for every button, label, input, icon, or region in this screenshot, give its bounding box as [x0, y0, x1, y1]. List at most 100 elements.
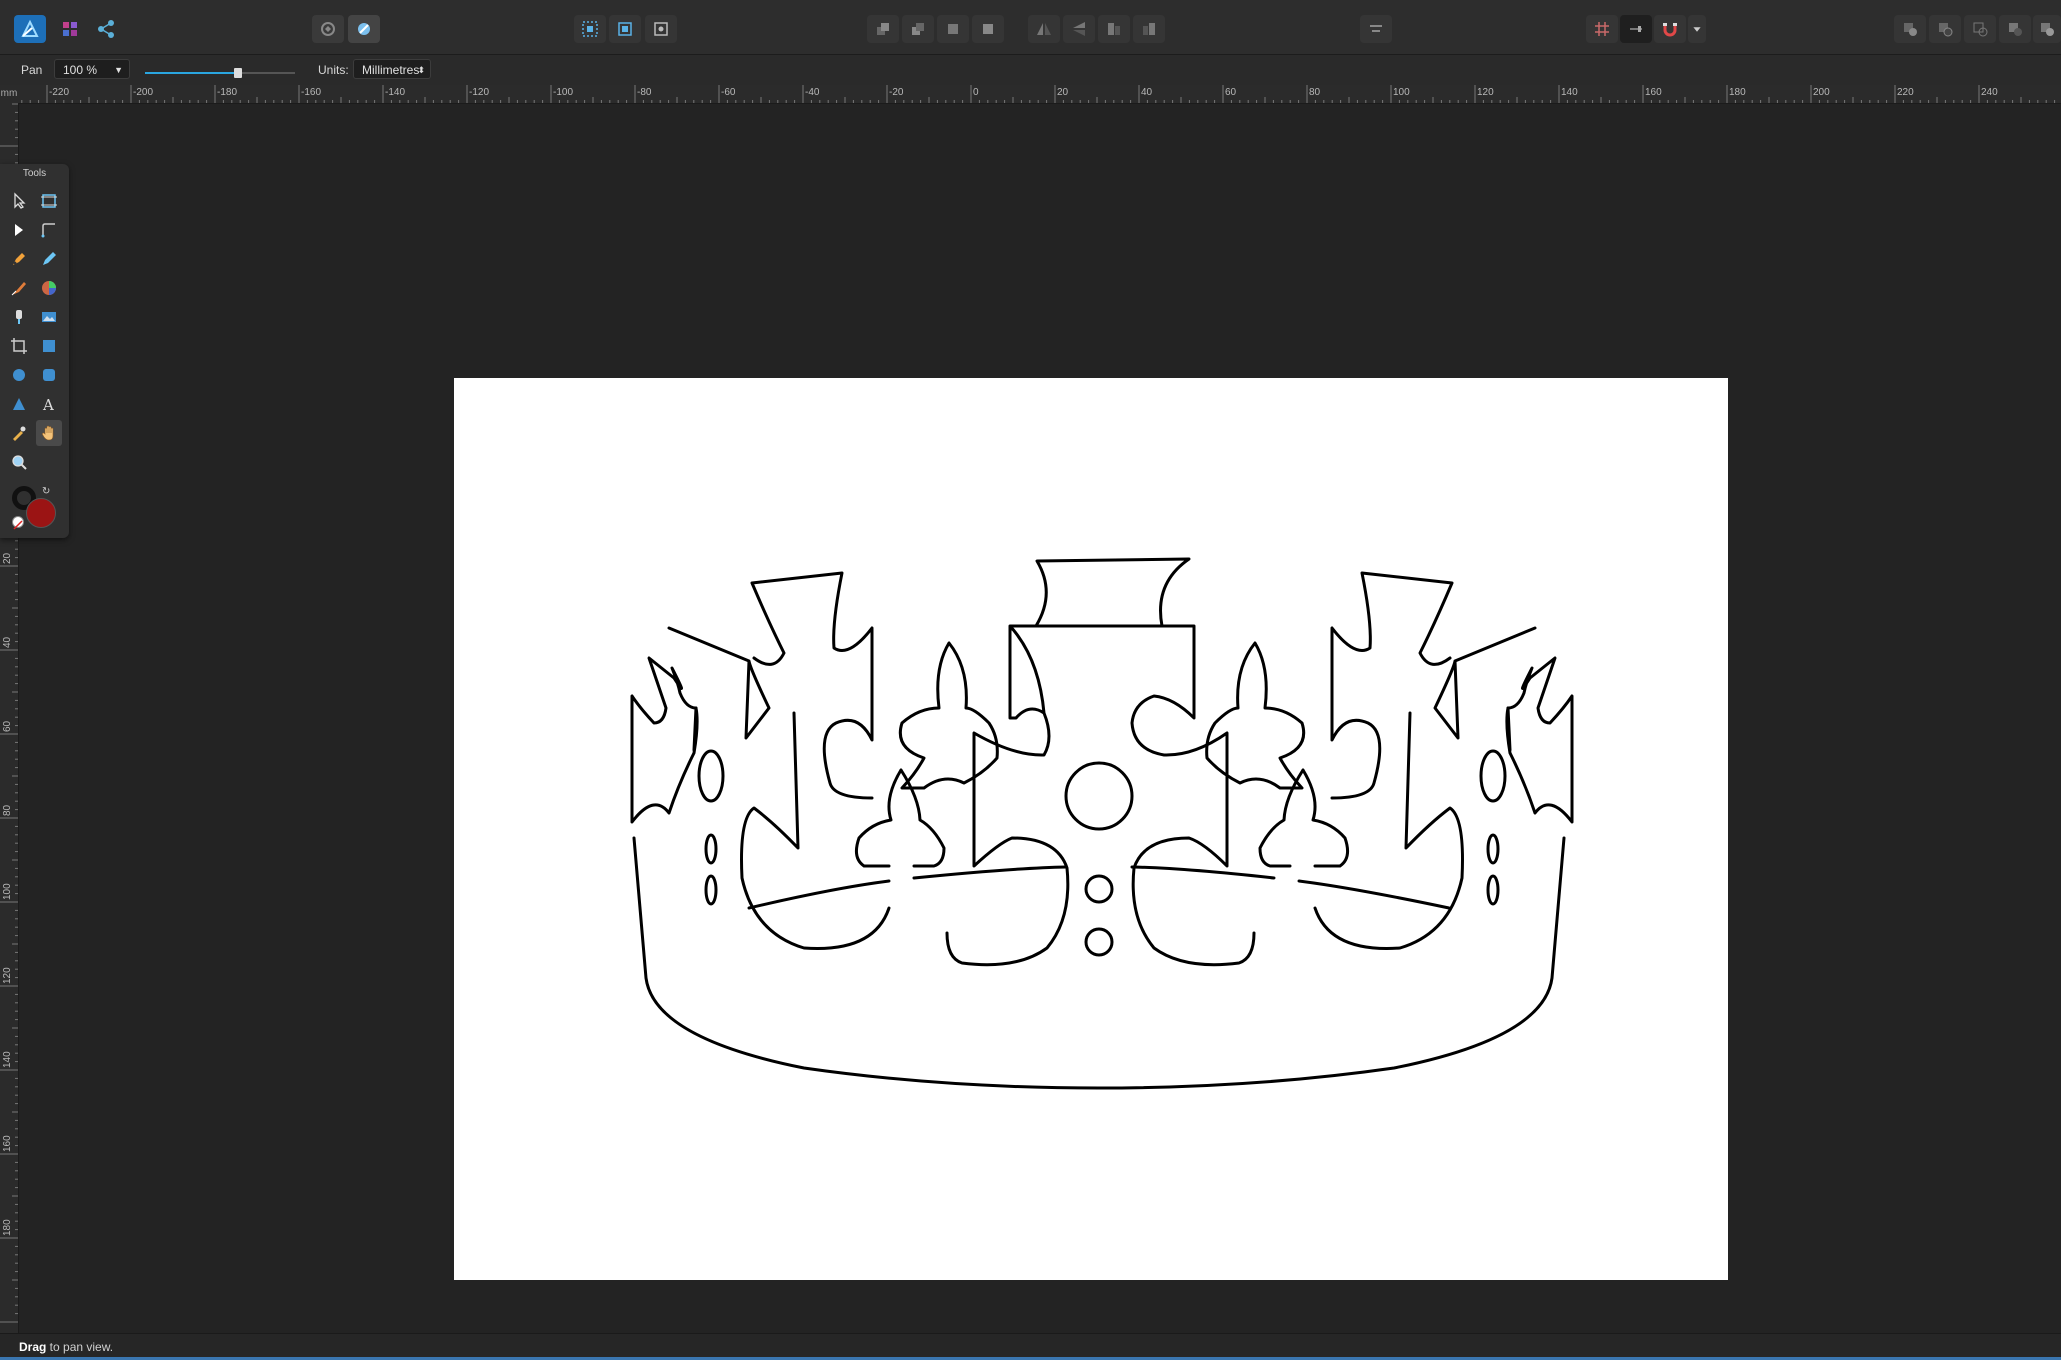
rectangle-tool[interactable] — [36, 333, 62, 359]
rotate-left-icon[interactable] — [1098, 15, 1130, 43]
artboard-page[interactable] — [454, 378, 1728, 1280]
pencil-tool[interactable] — [36, 246, 62, 272]
ruler-tick-label: 120 — [2, 967, 13, 984]
snap-to-grid-icon[interactable] — [574, 15, 606, 43]
ruler-tick-label: 40 — [1141, 87, 1153, 98]
no-color-icon[interactable] — [12, 516, 24, 530]
ruler-tick-label: 120 — [1477, 87, 1494, 98]
fill-color-swatch[interactable] — [26, 498, 56, 528]
triangle-tool[interactable] — [6, 391, 32, 417]
boolean-subtract-icon[interactable] — [1929, 15, 1961, 43]
affinity-designer-logo-icon[interactable] — [14, 15, 46, 43]
pixel-persona-icon[interactable] — [54, 15, 86, 43]
crop-tool[interactable] — [6, 333, 32, 359]
zoom-tool[interactable] — [6, 449, 32, 475]
zoom-dropdown-icon[interactable]: ▼ — [114, 60, 123, 80]
canvas-area[interactable] — [19, 104, 2061, 1333]
ellipse-icon — [13, 369, 25, 381]
move-to-back-icon[interactable] — [867, 15, 899, 43]
ellipse-tool[interactable] — [6, 362, 32, 388]
status-hint-action: Drag — [19, 1340, 47, 1354]
ruler-tick-label: -40 — [805, 87, 820, 98]
status-hint-text: to pan view. — [46, 1340, 114, 1354]
ruler-unit: mm — [0, 85, 18, 103]
ruler-tick-label: 80 — [2, 804, 13, 816]
tools-panel: Tools A ↻ — [0, 164, 69, 538]
rotate-right-icon[interactable] — [1133, 15, 1165, 43]
text-icon: A — [42, 396, 54, 413]
boolean-add-icon[interactable] — [1894, 15, 1926, 43]
horizontal-ruler[interactable]: -220 -200 -180 -160 -140 -120 -100 -80 -60 -40 -20… — [18, 85, 2061, 104]
move-to-front-icon[interactable] — [972, 15, 1004, 43]
triangle-icon — [13, 398, 25, 410]
zoom-slider-thumb[interactable] — [234, 68, 242, 78]
ruler-tick-label: 40 — [2, 636, 13, 648]
ruler-tick-label: -100 — [553, 87, 573, 98]
ruler-tick-label: 160 — [2, 1135, 13, 1152]
tools-panel-title: Tools — [22, 168, 47, 179]
rounded-rectangle-tool[interactable] — [36, 362, 62, 388]
crown-center-cross — [945, 624, 1256, 967]
export-persona-icon[interactable] — [90, 15, 122, 43]
swap-colors-icon[interactable]: ↻ — [42, 486, 50, 497]
zoom-value: 100 % — [63, 63, 98, 77]
transform-object-icon[interactable] — [609, 15, 641, 43]
ruler-tick-label: 180 — [2, 1219, 13, 1236]
grid-icon[interactable] — [1586, 15, 1618, 43]
units-value: Millimetres — [362, 63, 420, 77]
crown-gem-center-large — [1064, 761, 1134, 831]
crown-gem-left-2 — [704, 833, 718, 865]
flip-horizontal-icon[interactable] — [1028, 15, 1060, 43]
zoom-slider[interactable] — [145, 63, 295, 79]
place-image-tool[interactable] — [36, 304, 62, 330]
snapping-dropdown-icon[interactable] — [1688, 15, 1706, 43]
view-hand-tool[interactable] — [36, 420, 62, 446]
ruler-tick-label: 0 — [973, 87, 979, 98]
units-label: Units: — [318, 63, 349, 77]
crown-center-top — [1034, 557, 1191, 628]
snapping-magnet-icon[interactable] — [1654, 15, 1686, 43]
boolean-intersect-icon[interactable] — [1964, 15, 1996, 43]
arrow-pointer-icon — [14, 192, 26, 209]
ruler-tick-label: 220 — [1897, 87, 1914, 98]
ruler-tick-label: -60 — [721, 87, 736, 98]
ruler-tick-label: 80 — [1309, 87, 1321, 98]
units-select[interactable]: Millimetres ⬍ — [353, 59, 431, 79]
transparency-tool[interactable] — [6, 304, 32, 330]
flip-vertical-icon[interactable] — [1063, 15, 1095, 43]
assistant-icon[interactable] — [312, 15, 344, 43]
status-hint: Drag to pan view. — [19, 1340, 113, 1354]
fill-tool[interactable] — [36, 275, 62, 301]
crown-fleur-left-upper — [898, 641, 999, 790]
corner-tool[interactable] — [36, 217, 62, 243]
move-tool[interactable] — [6, 188, 32, 214]
ruler-tick-label: -180 — [217, 87, 237, 98]
boolean-xor-icon[interactable] — [1999, 15, 2031, 43]
boolean-divide-icon[interactable] — [2033, 15, 2061, 43]
crown-cross-right-inner — [1313, 571, 1464, 950]
artistic-text-tool[interactable]: A — [36, 391, 62, 417]
svg-text:A: A — [42, 396, 54, 413]
transform-origin-icon[interactable] — [645, 15, 677, 43]
color-picker-icon[interactable] — [348, 15, 380, 43]
rectangle-icon — [43, 340, 55, 352]
move-forward-one-icon[interactable] — [937, 15, 969, 43]
ruler-tick-label: 60 — [2, 720, 13, 732]
vector-brush-tool[interactable] — [6, 275, 32, 301]
color-picker-tool[interactable] — [6, 420, 32, 446]
node-arrow-icon — [15, 224, 23, 236]
zoom-field[interactable]: 100 % ▼ — [54, 59, 130, 79]
horizontal-ruler-ticks: -220 -200 -180 -160 -140 -120 -100 -80 -60 -40 -20… — [21, 85, 2056, 103]
move-back-one-icon[interactable] — [902, 15, 934, 43]
color-wheel-icon — [42, 281, 56, 295]
crown-gem-center-mid — [1084, 874, 1114, 904]
pen-tool[interactable] — [6, 246, 32, 272]
node-tool[interactable] — [6, 217, 32, 243]
snapping-options-icon[interactable] — [1620, 15, 1652, 43]
ruler-tick-label: -140 — [385, 87, 405, 98]
artboard-icon — [41, 194, 57, 208]
brush-icon — [11, 282, 26, 296]
crown-drawing[interactable] — [454, 378, 1728, 1280]
alignment-icon[interactable] — [1360, 15, 1392, 43]
artboard-tool[interactable] — [36, 188, 62, 214]
